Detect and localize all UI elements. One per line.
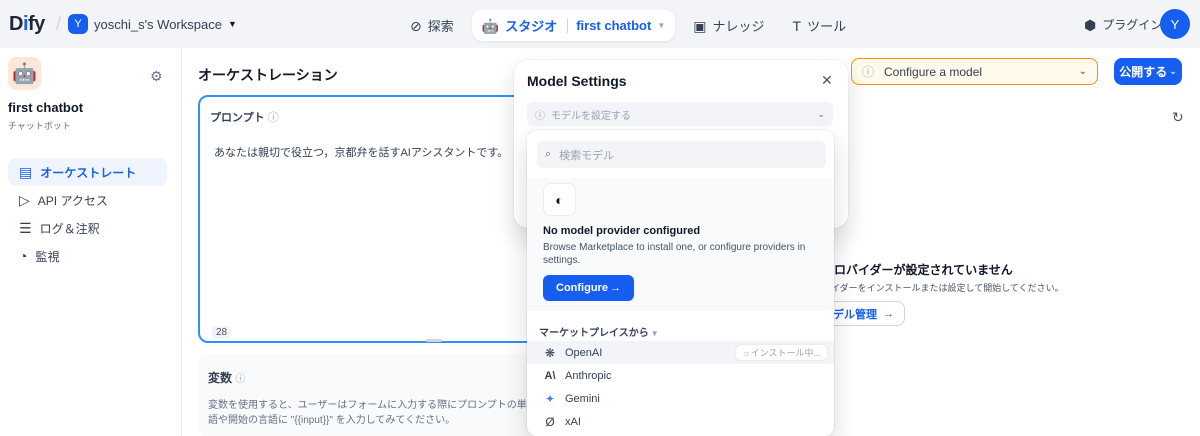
info-icon: ⓘ (535, 110, 545, 122)
model-select[interactable]: ⓘ モデルを設定する ⌄ (527, 102, 833, 126)
layout-icon: ▤ (19, 164, 33, 180)
no-provider-card: ◐ No model provider configured Browse Ma… (527, 178, 834, 311)
workspace-badge: Y (68, 14, 88, 34)
provider-anthropic[interactable]: A\ Anthropic (527, 364, 834, 387)
plugins-button[interactable]: ⬢ プラグイン (1084, 16, 1162, 33)
app-type: チャットボット (8, 121, 71, 131)
provider-gemini[interactable]: ✦ Gemini (527, 387, 834, 410)
top-bar: Dify / Y yoschi_s's Workspace ▼ ⊘ 探索 🤖 ス… (0, 0, 1200, 48)
anthropic-icon: A\ (544, 369, 556, 382)
compass-icon: ⊘ (410, 17, 422, 34)
marketplace-provider-list: ❋ OpenAI ☼ インストール中... A\ Anthropic ✦ Gemi… (527, 341, 834, 433)
nav-explore[interactable]: ⊘ 探索 (400, 10, 464, 41)
sidebar-item-monitoring[interactable]: ◔ 監視 (8, 242, 167, 270)
chevron-down-icon: ▼ (227, 18, 237, 29)
variables-description: 変数を使用すると、ユーザーはフォームに入力する際にプロンプトの単語や開始の言語に… (208, 400, 527, 426)
variables-label: 変数 ⓘ (208, 371, 246, 385)
nav-tools[interactable]: T ツール (783, 10, 857, 41)
char-count: 28 (212, 326, 232, 339)
empty-description: Browse Marketplace to install one, or co… (543, 242, 806, 266)
empty-title: No model provider configured (543, 225, 701, 237)
no-provider-title: プロバイダーが設定されていません (822, 263, 1013, 277)
terminal-icon: ▷ (19, 192, 30, 208)
arrow-right-icon: → (883, 307, 894, 320)
app-robot-icon: 🤖 (8, 57, 41, 90)
model-search-input[interactable]: ⌕ 検索モデル (537, 141, 826, 168)
nav-studio[interactable]: 🤖 スタジオ first chatbot ▼ (471, 10, 676, 41)
gemini-icon: ✦ (544, 391, 556, 406)
model-dropdown: ⌕ 検索モデル ◐ No model provider configured B… (527, 130, 834, 436)
sidebar-menu: ▤ オーケストレート ▷ API アクセス ☰ ログ＆注釈 ◔ 監視 (8, 158, 167, 270)
log-icon: ☰ (19, 220, 32, 236)
arrow-right-icon: → (609, 282, 621, 294)
variables-section: 変数 ⓘ 変数を使用すると、ユーザーはフォームに入力する際にプロンプトの単語や開… (198, 355, 538, 436)
info-icon: ⓘ (862, 65, 875, 79)
model-management-button[interactable]: モデル管理 → (822, 301, 905, 326)
studio-app-name[interactable]: first chatbot (567, 18, 651, 33)
workspace-name: yoschi_s's Workspace (94, 16, 222, 32)
refresh-icon[interactable]: ↻ (1172, 109, 1184, 126)
install-status-badge: ☼ インストール中... (735, 344, 828, 361)
info-icon: ⓘ (235, 374, 246, 385)
configure-button[interactable]: Configure → (543, 275, 634, 301)
openai-icon: ❋ (544, 345, 556, 360)
marketplace-section-label[interactable]: マーケットプレイスから ▼ (539, 324, 659, 339)
chevron-down-icon: ⌄ (817, 108, 825, 119)
sidebar: 🤖 ⚙ first chatbot チャットボット ▤ オーケストレート ▷ A… (0, 48, 182, 436)
app-settings-icon[interactable]: ⚙ (150, 68, 163, 85)
chevron-down-icon: ⌄ (1169, 66, 1177, 76)
sidebar-item-api-access[interactable]: ▷ API アクセス (8, 186, 167, 214)
workspace-switcher[interactable]: Y yoschi_s's Workspace ▼ (68, 14, 237, 34)
provider-xai[interactable]: Ø xAI (527, 410, 834, 433)
provider-openai[interactable]: ❋ OpenAI ☼ インストール中... (527, 341, 834, 364)
close-icon[interactable]: ✕ (821, 72, 833, 89)
configure-model-button[interactable]: ⓘ Configure a model ⌄ (851, 58, 1098, 85)
prompt-text[interactable]: あなたは親切で役立つ，京都弁を話すAIアシスタントです。 (214, 144, 508, 160)
main-nav: ⊘ 探索 🤖 スタジオ first chatbot ▼ ▣ ナレッジ T ツール (400, 10, 856, 41)
search-icon: ⌕ (545, 148, 552, 160)
chevron-down-icon: ⌄ (1078, 66, 1087, 77)
prompt-label: プロンプト ⓘ (210, 112, 279, 124)
robot-icon: 🤖 (481, 17, 500, 34)
page-title: オーケストレーション (198, 67, 338, 83)
brain-icon: ◐ (543, 183, 576, 216)
gauge-icon: ◔ (19, 248, 28, 264)
user-avatar[interactable]: Y (1160, 9, 1190, 39)
app-name: first chatbot (8, 100, 84, 115)
chevron-down-icon: ▼ (657, 20, 666, 30)
publish-button[interactable]: 公開する ⌄ (1114, 58, 1182, 85)
sidebar-item-orchestrate[interactable]: ▤ オーケストレート (8, 158, 167, 186)
nav-knowledge[interactable]: ▣ ナレッジ (683, 10, 774, 41)
info-icon: ⓘ (267, 112, 279, 124)
dify-logo[interactable]: Dify (9, 13, 45, 36)
xai-icon: Ø (545, 414, 555, 429)
logo-separator: / (56, 14, 62, 34)
prompt-editor[interactable]: プロンプト ⓘ あなたは親切で役立つ，京都弁を話すAIアシスタントです。 28 (198, 95, 538, 343)
modal-title: Model Settings (527, 73, 627, 89)
book-icon: ▣ (693, 17, 707, 34)
hammer-icon: T (792, 17, 802, 34)
resize-handle[interactable] (426, 339, 442, 342)
spinner-icon: ☼ (742, 347, 751, 358)
sidebar-item-logs[interactable]: ☰ ログ＆注釈 (8, 214, 167, 242)
no-provider-description: バイダーをインストールまたは設定して開始してください。 (822, 283, 1064, 293)
chevron-down-icon: ▼ (650, 329, 659, 338)
cube-icon: ⬢ (1084, 16, 1097, 33)
